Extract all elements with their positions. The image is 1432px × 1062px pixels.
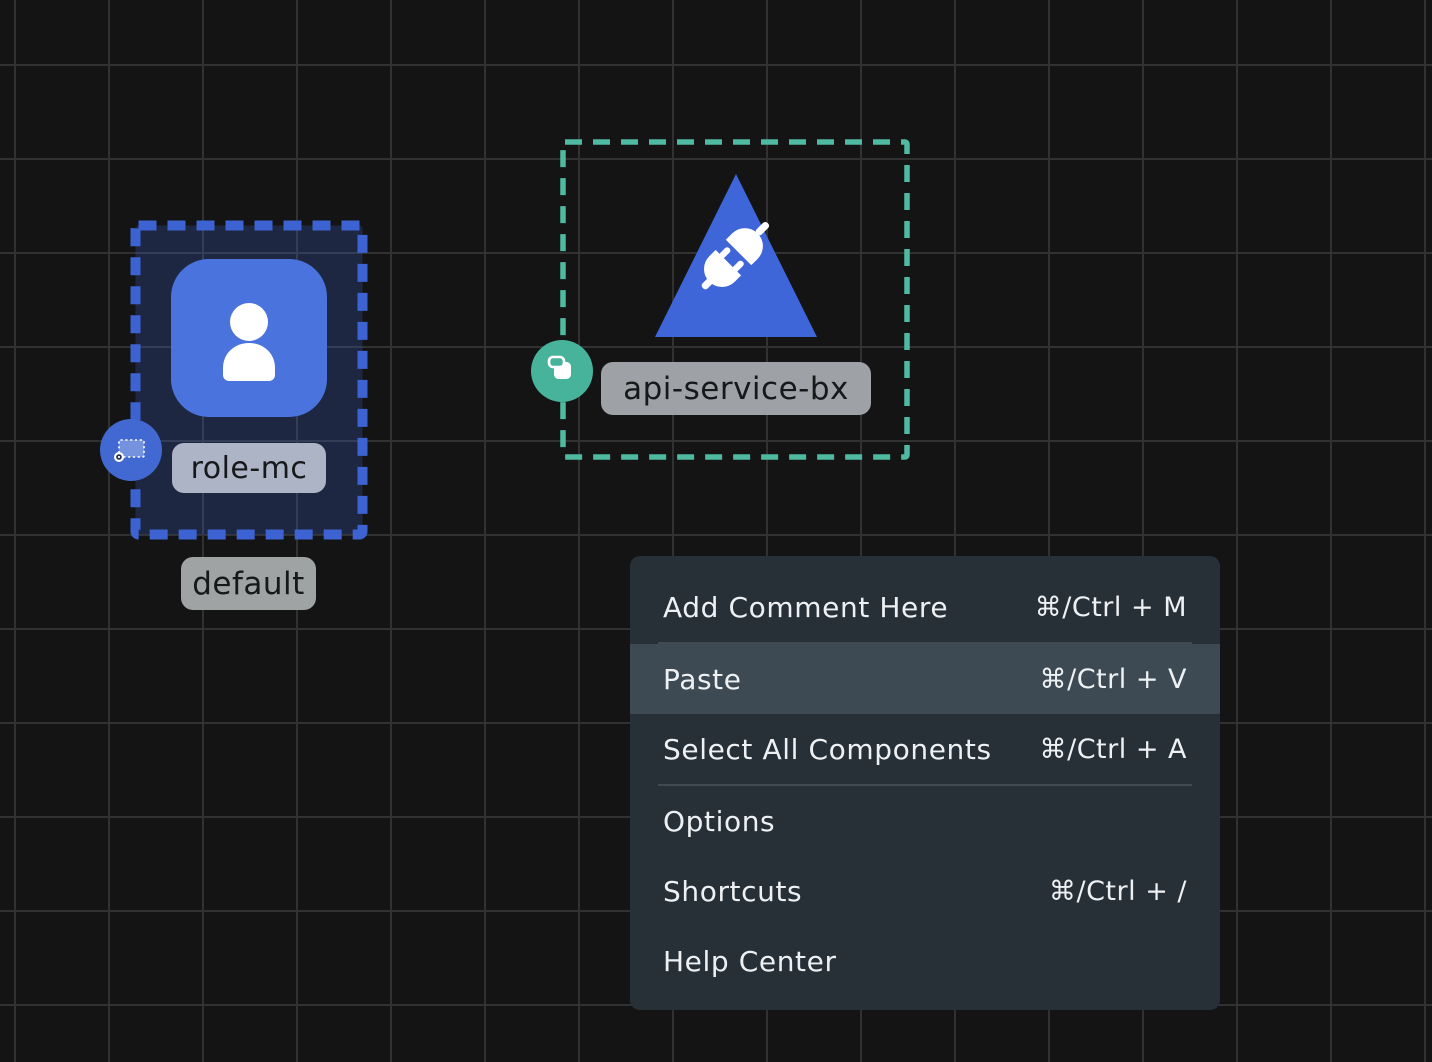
menu-item-label: Shortcuts — [663, 875, 802, 908]
marquee-selection-badge[interactable] — [100, 419, 162, 481]
menu-item-options[interactable]: Options — [630, 786, 1220, 856]
node-status-default: default — [181, 557, 316, 610]
menu-item-label: Paste — [663, 663, 742, 696]
menu-item-shortcut: ⌘/Ctrl + M — [1035, 592, 1187, 623]
copy-badge[interactable] — [531, 340, 593, 402]
node-title-api-service-bx[interactable]: api-service-bx — [601, 362, 871, 415]
menu-item-shortcut: ⌘/Ctrl + A — [1040, 734, 1187, 765]
menu-item-select-all[interactable]: Select All Components ⌘/Ctrl + A — [630, 714, 1220, 784]
menu-item-label: Add Comment Here — [663, 591, 948, 624]
menu-item-add-comment[interactable]: Add Comment Here ⌘/Ctrl + M — [630, 572, 1220, 642]
marquee-selection-icon — [110, 429, 152, 471]
menu-item-help-center[interactable]: Help Center — [630, 926, 1220, 996]
menu-item-shortcuts[interactable]: Shortcuts ⌘/Ctrl + / — [630, 856, 1220, 926]
menu-item-paste[interactable]: Paste ⌘/Ctrl + V — [630, 644, 1220, 714]
api-triangle-shape[interactable] — [652, 168, 820, 340]
user-icon — [199, 286, 299, 390]
menu-item-shortcut: ⌘/Ctrl + V — [1040, 664, 1187, 695]
menu-item-shortcut: ⌘/Ctrl + / — [1049, 876, 1187, 907]
node-title-role-mc[interactable]: role-mc — [172, 443, 326, 493]
context-menu: Add Comment Here ⌘/Ctrl + M Paste ⌘/Ctrl… — [630, 556, 1220, 1010]
menu-item-label: Select All Components — [663, 733, 992, 766]
role-icon-container[interactable] — [171, 259, 327, 417]
copy-icon — [541, 350, 583, 392]
diagram-canvas[interactable]: role-mc default api-service-bx — [0, 0, 1432, 1062]
menu-item-label: Options — [663, 805, 775, 838]
menu-item-label: Help Center — [663, 945, 837, 978]
